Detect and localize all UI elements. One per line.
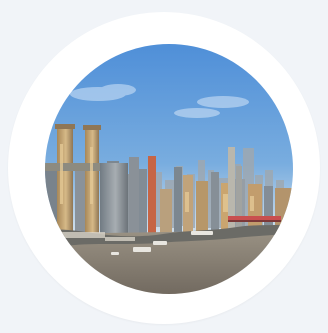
skyline-illustration — [45, 44, 293, 294]
avatar-photo — [45, 44, 293, 294]
